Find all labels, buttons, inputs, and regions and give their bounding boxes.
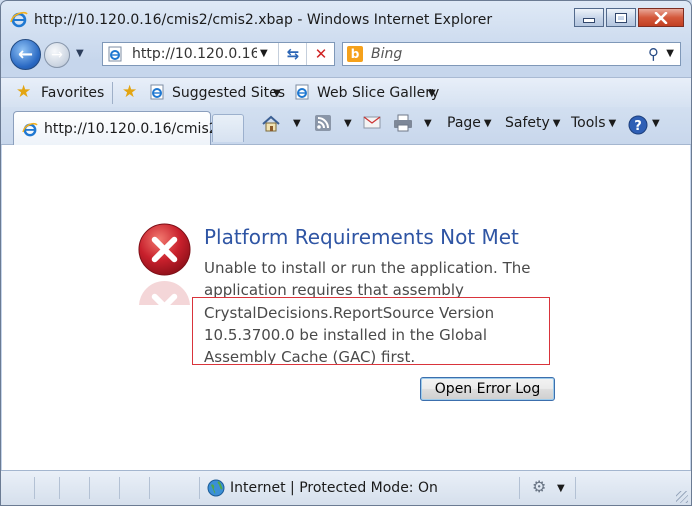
- stop-button[interactable]: ✕: [306, 43, 335, 65]
- web-slice-gallery-link[interactable]: Web Slice Gallery: [317, 85, 439, 101]
- maximize-icon: [615, 12, 627, 23]
- refresh-icon: ⇆: [286, 45, 300, 63]
- status-separator: [34, 477, 35, 499]
- help-dropdown[interactable]: ▼: [649, 115, 660, 131]
- error-title: Platform Requirements Not Met: [204, 225, 519, 249]
- refresh-button[interactable]: ⇆: [278, 43, 307, 65]
- status-separator: [149, 477, 150, 499]
- search-icon[interactable]: ⚲: [648, 45, 659, 63]
- status-separator: [199, 477, 200, 499]
- status-separator: [119, 477, 120, 499]
- zoom-dropdown[interactable]: ▼: [557, 483, 565, 494]
- tools-menu-label: Tools: [571, 115, 606, 131]
- stop-icon: ✕: [314, 45, 328, 63]
- favorites-star-icon: ★: [16, 82, 32, 102]
- window-title: http://10.120.0.16/cmis2/cmis2.xbap - Wi…: [34, 12, 493, 28]
- page-menu-label: Page: [447, 115, 481, 131]
- favorites-button[interactable]: Favorites: [41, 85, 104, 101]
- feeds-icon[interactable]: [314, 114, 332, 132]
- search-input[interactable]: Bing: [371, 46, 402, 62]
- web-slice-gallery-icon: [295, 84, 309, 100]
- tab-label: http://10.120.0.16/cmis2...: [44, 121, 231, 137]
- error-icon: [138, 223, 191, 276]
- page-content: Platform Requirements Not Met Unable to …: [2, 145, 690, 470]
- resize-grip[interactable]: [676, 491, 688, 503]
- tab-active[interactable]: http://10.120.0.16/cmis2...: [13, 111, 231, 145]
- suggested-sites-icon: [150, 84, 164, 100]
- print-icon[interactable]: [393, 114, 413, 132]
- suggested-sites-dropdown[interactable]: ▼: [273, 88, 281, 99]
- page-menu[interactable]: Page ▼: [447, 115, 492, 131]
- svg-text:?: ?: [634, 119, 642, 134]
- safety-menu[interactable]: Safety ▼: [505, 115, 561, 131]
- address-bar[interactable]: http://10.120.0.16/c ▼ ⇆ ✕: [102, 42, 335, 66]
- caption-buttons: [574, 8, 684, 27]
- back-arrow-icon: ←: [17, 44, 34, 65]
- ie-logo-icon: [10, 11, 28, 28]
- error-icon-reflection: [137, 279, 192, 305]
- new-tab-button[interactable]: [212, 114, 244, 142]
- page-icon: [108, 46, 122, 62]
- internet-zone-icon: [207, 479, 225, 497]
- close-icon: [654, 11, 668, 24]
- home-icon[interactable]: [261, 114, 281, 134]
- maximize-button[interactable]: [606, 8, 636, 27]
- address-input[interactable]: http://10.120.0.16/c: [132, 46, 257, 62]
- status-separator: [519, 477, 520, 499]
- recent-pages-dropdown[interactable]: ▼: [76, 48, 84, 59]
- favorites-bar: ★ Favorites ★ Suggested Sites ▼ Web Slic…: [1, 77, 691, 108]
- print-dropdown[interactable]: ▼: [421, 115, 432, 131]
- status-bar: Internet | Protected Mode: On ⚙ ▼: [1, 470, 691, 505]
- favorites-separator: [112, 82, 113, 104]
- security-zone-label[interactable]: Internet | Protected Mode: On: [230, 480, 438, 496]
- status-separator: [89, 477, 90, 499]
- mail-icon[interactable]: [363, 114, 381, 130]
- zoom-settings-icon[interactable]: ⚙: [532, 477, 546, 496]
- help-icon[interactable]: ?: [628, 115, 648, 135]
- status-separator: [59, 477, 60, 499]
- feeds-dropdown[interactable]: ▼: [341, 115, 352, 131]
- navigation-bar: ← → ▼ http://10.120.0.16/c ▼ ⇆ ✕ b Bing …: [1, 39, 691, 73]
- minimize-button[interactable]: [574, 8, 604, 27]
- search-box[interactable]: b Bing ⚲ ▼: [342, 42, 681, 66]
- error-reflection-icon: [138, 280, 191, 305]
- home-dropdown[interactable]: ▼: [290, 115, 301, 131]
- search-provider-dropdown[interactable]: ▼: [666, 48, 674, 59]
- minimize-icon: [583, 18, 595, 23]
- bing-logo-icon: b: [347, 46, 363, 62]
- highlight-box: [192, 297, 550, 365]
- tools-menu[interactable]: Tools ▼: [571, 115, 616, 131]
- tab-row: http://10.120.0.16/cmis2... ▼ ▼ ▼ Page ▼ …: [1, 107, 691, 145]
- status-separator: [575, 477, 576, 499]
- back-button[interactable]: ←: [10, 39, 41, 70]
- ie-logo-icon: [22, 122, 38, 137]
- ie-window: http://10.120.0.16/cmis2/cmis2.xbap - Wi…: [0, 0, 692, 506]
- close-button[interactable]: [638, 8, 684, 27]
- web-slice-gallery-dropdown[interactable]: ▼: [428, 88, 436, 99]
- forward-arrow-icon: →: [51, 47, 63, 63]
- safety-menu-label: Safety: [505, 115, 550, 131]
- open-error-log-button[interactable]: Open Error Log: [420, 377, 555, 401]
- forward-button[interactable]: →: [44, 42, 70, 68]
- suggested-sites-link[interactable]: Suggested Sites: [172, 85, 285, 101]
- address-dropdown[interactable]: ▼: [260, 48, 268, 59]
- title-bar: http://10.120.0.16/cmis2/cmis2.xbap - Wi…: [1, 1, 691, 39]
- add-to-favorites-icon[interactable]: ★: [122, 82, 137, 102]
